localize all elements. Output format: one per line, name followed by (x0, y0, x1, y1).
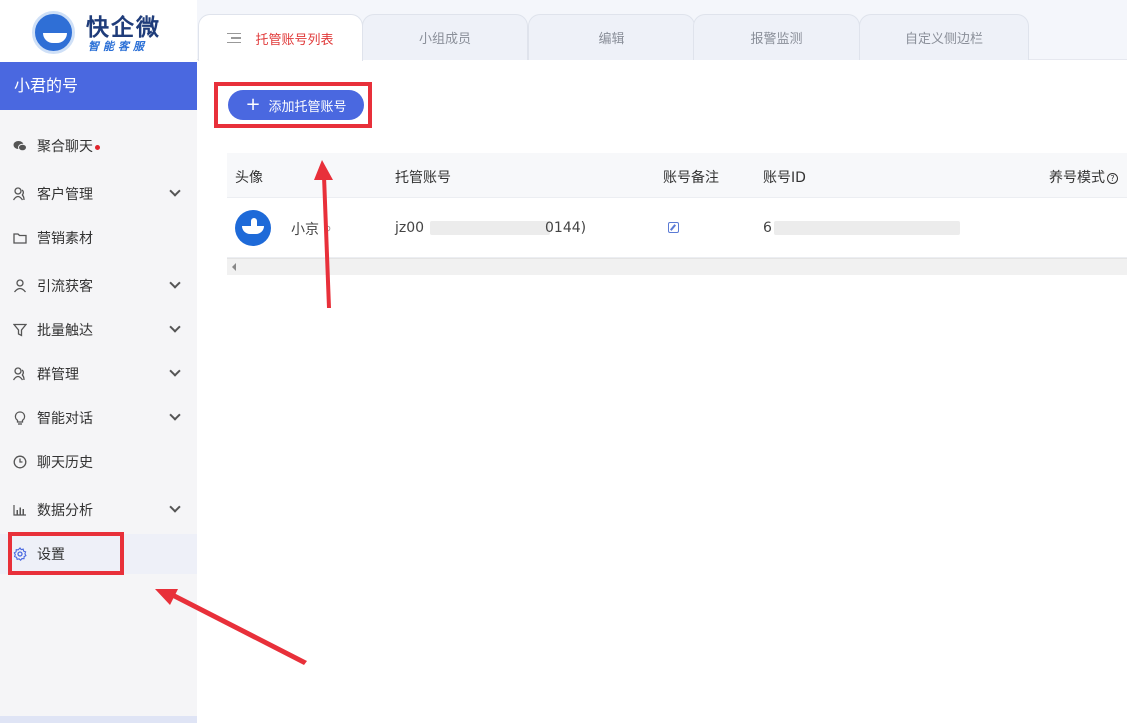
chevron-down-icon (169, 321, 181, 333)
avatar (235, 210, 271, 246)
scroll-left-icon[interactable] (232, 263, 236, 271)
tab-label: 小组成员 (418, 32, 471, 47)
sidebar-item-aggregate-chat[interactable]: 聚合聊天 (0, 126, 197, 166)
tab-label: 报警监测 (750, 32, 803, 47)
wechat-icon (13, 139, 27, 153)
sidebar-item-label: 批量触达 (37, 323, 93, 339)
header-mode-label: 养号模式 (1049, 170, 1105, 186)
header-mode: 养号模式? (1049, 167, 1118, 187)
redacted-region (774, 221, 960, 235)
header-account-id: 账号ID (763, 170, 806, 186)
row-account-tail: 0144) (545, 220, 587, 236)
whale-logo-icon (32, 11, 75, 54)
sidebar-item-label: 数据分析 (37, 503, 93, 519)
sidebar-item-smart-dialog[interactable]: 智能对话 (0, 398, 197, 438)
row-account-id: 6 (763, 220, 772, 236)
logo[interactable]: 快企微 智能客服 (0, 0, 197, 62)
sidebar-item-batch-reach[interactable]: 批量触达 (0, 310, 197, 350)
sidebar-item-label: 聊天历史 (37, 455, 93, 471)
chevron-down-icon (169, 501, 181, 513)
add-hosted-account-button[interactable]: + 添加托管账号 (228, 90, 364, 120)
logo-title: 快企微 (86, 15, 161, 41)
tab-label: 托管账号列表 (255, 32, 334, 48)
chevron-down-icon (169, 277, 181, 289)
sidebar: 快企微 智能客服 小君的号 聚合聊天 客户管理 营销素材 引流获客 批量触达 群… (0, 0, 197, 723)
chevron-down-icon (169, 185, 181, 197)
app-root: 快企微 智能客服 小君的号 聚合聊天 客户管理 营销素材 引流获客 批量触达 群… (0, 0, 1127, 723)
sidebar-item-group-management[interactable]: 群管理 (0, 354, 197, 394)
tab-label: 编辑 (598, 32, 625, 47)
chevron-down-icon (169, 409, 181, 421)
sidebar-item-label: 智能对话 (37, 411, 93, 427)
bulb-icon (13, 411, 27, 425)
settings-highlight-box (8, 532, 124, 575)
tab-alarm-monitor[interactable]: 报警监测 (693, 14, 860, 60)
horizontal-scrollbar[interactable] (227, 258, 1127, 275)
header-avatar: 头像 (235, 170, 263, 186)
search-icon[interactable]: ⚲ (324, 225, 331, 236)
folder-icon (13, 231, 27, 245)
tab-bar: 托管账号列表 小组成员 编辑 报警监测 自定义侧边栏 (197, 0, 1127, 61)
tab-custom-sidebar[interactable]: 自定义侧边栏 (859, 14, 1029, 60)
sidebar-item-customers[interactable]: 客户管理 (0, 174, 197, 214)
sidebar-item-lead-acquisition[interactable]: 引流获客 (0, 266, 197, 306)
chart-icon (13, 503, 27, 517)
sidebar-item-chat-history[interactable]: 聊天历史 (0, 442, 197, 482)
unread-badge (95, 145, 100, 150)
group-icon (13, 367, 27, 381)
tab-label: 自定义侧边栏 (904, 32, 983, 47)
clock-icon (13, 455, 27, 469)
plus-icon: + (245, 94, 261, 115)
tab-hosted-accounts[interactable]: 托管账号列表 (198, 14, 363, 61)
help-icon[interactable]: ? (1107, 173, 1118, 184)
sidebar-item-label: 营销素材 (37, 231, 93, 247)
table-header: 头像 托管账号 账号备注 账号ID 养号模式? (227, 153, 1127, 198)
sidebar-item-label: 群管理 (37, 367, 79, 383)
sidebar-item-data-analysis[interactable]: 数据分析 (0, 490, 197, 530)
header-remark: 账号备注 (663, 170, 719, 186)
table-row[interactable]: 小京 ⚲ jz00 0144) 6 (227, 198, 1127, 258)
header-account: 托管账号 (395, 170, 451, 186)
chevron-down-icon (169, 365, 181, 377)
sidebar-item-label: 客户管理 (37, 187, 93, 203)
add-button-label: 添加托管账号 (268, 99, 347, 115)
tab-team-members[interactable]: 小组成员 (362, 14, 528, 60)
customers-icon (13, 187, 27, 201)
funnel-icon (13, 323, 27, 337)
logo-subtitle: 智能客服 (88, 40, 148, 53)
user-icon (13, 279, 27, 293)
menu-icon (227, 33, 242, 43)
sidebar-item-marketing-materials[interactable]: 营销素材 (0, 218, 197, 258)
sidebar-footer (0, 716, 197, 723)
current-account[interactable]: 小君的号 (0, 62, 197, 110)
redacted-region (430, 221, 550, 235)
tab-edit[interactable]: 编辑 (528, 14, 695, 60)
sidebar-item-label: 聚合聊天 (37, 139, 93, 155)
edit-remark-icon[interactable] (668, 222, 679, 233)
sidebar-item-label: 引流获客 (37, 279, 93, 295)
row-nickname: 小京 (291, 222, 319, 238)
row-account: jz00 (395, 220, 425, 236)
